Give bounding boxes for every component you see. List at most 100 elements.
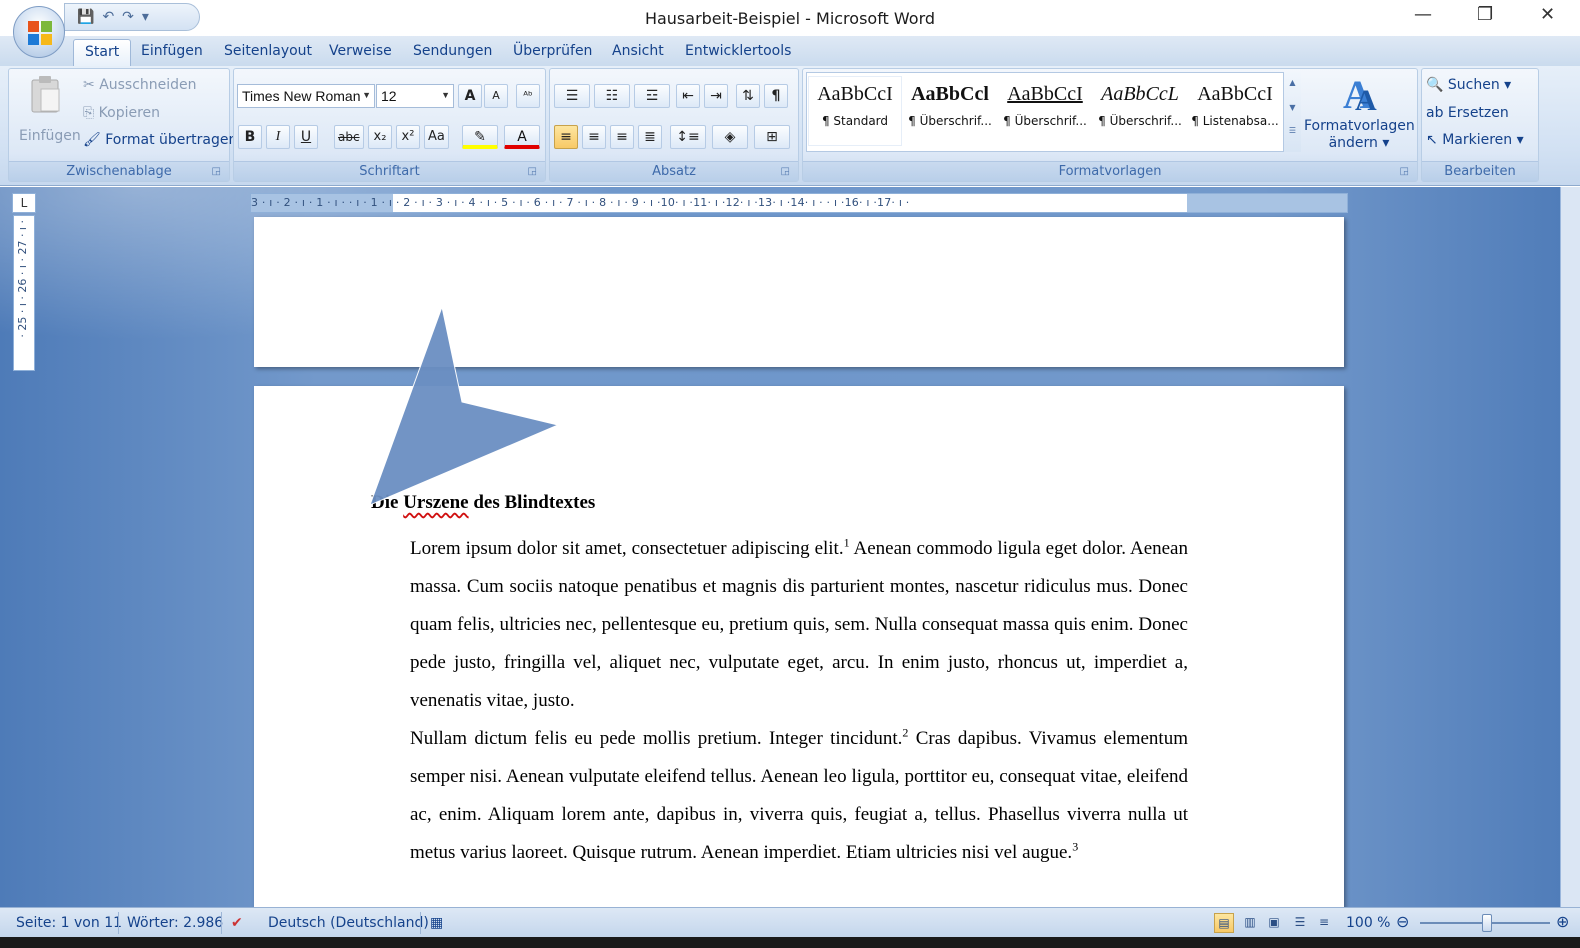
- zoom-slider-thumb[interactable]: [1482, 914, 1492, 932]
- zoom-in-icon[interactable]: ⊕: [1556, 912, 1569, 931]
- font-name-combo[interactable]: Times New Roman ▼: [237, 84, 375, 108]
- cut-button[interactable]: ✂ Ausschneiden: [83, 77, 197, 93]
- macro-record-icon[interactable]: ▦: [430, 915, 443, 931]
- replace-button[interactable]: ab Ersetzen: [1426, 105, 1509, 121]
- subscript-button[interactable]: x₂: [368, 125, 392, 149]
- cut-label: Ausschneiden: [99, 77, 197, 93]
- tab-sendungen[interactable]: Sendungen: [413, 43, 492, 59]
- select-label: Markieren: [1442, 132, 1513, 148]
- ribbon: Einfügen ✂ Ausschneiden ⎘ Kopieren 🖌 For…: [0, 66, 1580, 186]
- tab-einfuegen[interactable]: Einfügen: [141, 43, 203, 59]
- outdent-icon: ⇤: [682, 88, 694, 104]
- clipboard-launcher-icon[interactable]: ◲: [212, 166, 221, 177]
- line-spacing-button[interactable]: ↕≡: [670, 125, 706, 149]
- underline-button[interactable]: U: [294, 125, 318, 149]
- close-button[interactable]: ✕: [1540, 4, 1555, 25]
- web-layout-icon[interactable]: ▣: [1264, 913, 1284, 933]
- tab-selector[interactable]: L: [12, 193, 36, 213]
- bullet-list-icon: ☰: [565, 88, 579, 104]
- style-heading3[interactable]: AaBbCcL ¶ Überschrif...: [1094, 77, 1186, 145]
- style-preview: AaBbCcl: [911, 83, 989, 105]
- show-formatting-button[interactable]: ¶: [764, 84, 788, 108]
- tab-ansicht[interactable]: Ansicht: [612, 43, 664, 59]
- increase-indent-button[interactable]: ⇥: [704, 84, 728, 108]
- select-button[interactable]: ↖ Markieren ▾: [1426, 132, 1524, 148]
- body-text[interactable]: Lorem ipsum dolor sit amet, consectetuer…: [410, 530, 1188, 872]
- italic-button[interactable]: I: [266, 125, 290, 149]
- zoom-level[interactable]: 100 %: [1346, 915, 1390, 931]
- decrease-indent-button[interactable]: ⇤: [676, 84, 700, 108]
- borders-button[interactable]: ⊞: [754, 125, 790, 149]
- word-count[interactable]: Wörter: 2.986: [127, 915, 223, 931]
- full-screen-reading-icon[interactable]: ▥: [1240, 913, 1260, 933]
- tab-entwicklertools[interactable]: Entwicklertools: [685, 43, 791, 59]
- font-color-button[interactable]: A: [504, 125, 540, 149]
- zoom-out-icon[interactable]: ⊖: [1396, 912, 1409, 931]
- strikethrough-button[interactable]: abc: [334, 125, 364, 149]
- restore-button[interactable]: ❐: [1477, 4, 1493, 25]
- vertical-scrollbar[interactable]: [1560, 187, 1580, 907]
- clear-formatting-button[interactable]: ᴬᵇ: [516, 84, 540, 108]
- office-button[interactable]: [13, 6, 65, 58]
- style-name: ¶ Standard: [821, 114, 889, 128]
- style-list-paragraph[interactable]: AaBbCcI ¶ Listenabsa...: [1189, 77, 1281, 145]
- change-styles-label1: Formatvorlagen: [1304, 118, 1415, 134]
- format-painter-button[interactable]: 🖌 Format übertragen: [83, 132, 237, 148]
- highlight-button[interactable]: ✎: [462, 125, 498, 149]
- align-center-button[interactable]: ≡: [582, 125, 606, 149]
- styles-gallery-scroll[interactable]: ▲ ▼ ☰: [1283, 72, 1301, 152]
- paragraph-launcher-icon[interactable]: ◲: [781, 166, 790, 177]
- gallery-more-icon[interactable]: ☰: [1284, 126, 1301, 135]
- numbering-button[interactable]: ☷: [594, 84, 630, 108]
- font-group: Times New Roman ▼ 12 ▼ A A ᴬᵇ B I U abc x₂…: [233, 68, 546, 182]
- vertical-ruler[interactable]: · 25 · ı · 26 · ı · 27 · ı ·: [13, 215, 35, 371]
- find-button[interactable]: 🔍 Suchen ▾: [1426, 77, 1511, 93]
- find-label: Suchen: [1447, 77, 1500, 93]
- tab-seitenlayout[interactable]: Seitenlayout: [224, 43, 312, 59]
- bullets-button[interactable]: ☰: [554, 84, 590, 108]
- proofing-icon[interactable]: ✔: [231, 915, 243, 931]
- highlighter-icon: ✎: [474, 129, 486, 145]
- justify-button[interactable]: ≣: [638, 125, 662, 149]
- page-count[interactable]: Seite: 1 von 11: [16, 915, 122, 931]
- sort-button[interactable]: ⇅: [736, 84, 760, 108]
- scroll-down-icon[interactable]: ▼: [1284, 103, 1301, 112]
- minimize-button[interactable]: —: [1414, 4, 1432, 25]
- font-size-combo[interactable]: 12 ▼: [376, 84, 454, 108]
- footnote-ref[interactable]: 3: [1072, 840, 1078, 854]
- shrink-font-button[interactable]: A: [484, 84, 508, 108]
- star-shape[interactable]: [360, 307, 570, 517]
- print-layout-view-icon[interactable]: ▤: [1214, 913, 1234, 933]
- tab-verweise[interactable]: Verweise: [329, 43, 392, 59]
- align-right-button[interactable]: ≡: [610, 125, 634, 149]
- paragraph-2[interactable]: Nullam dictum felis eu pede mollis preti…: [410, 720, 1188, 872]
- language-indicator[interactable]: Deutsch (Deutschland): [268, 915, 429, 931]
- font-name-value: Times New Roman: [242, 88, 361, 104]
- tab-start[interactable]: Start: [73, 39, 132, 67]
- tab-ueberpruefen[interactable]: Überprüfen: [513, 43, 592, 59]
- superscript-button[interactable]: x²: [396, 125, 420, 149]
- horizontal-ruler[interactable]: 3 · ı · 2 · ı · 1 · ı · · ı · 1 · ı · 2 …: [250, 193, 1348, 213]
- scroll-up-icon[interactable]: ▲: [1284, 78, 1301, 87]
- divider: [221, 912, 222, 934]
- paragraph-1[interactable]: Lorem ipsum dolor sit amet, consectetuer…: [410, 530, 1188, 720]
- draft-view-icon[interactable]: ≡: [1314, 913, 1334, 933]
- paste-button[interactable]: Einfügen: [15, 73, 81, 159]
- style-heading2[interactable]: AaBbCcI ¶ Überschrif...: [999, 77, 1091, 145]
- style-name: ¶ Überschrif...: [908, 114, 992, 128]
- align-left-button[interactable]: ≡: [554, 125, 578, 149]
- change-styles-button[interactable]: A A Formatvorlagen ändern ▾: [1304, 72, 1415, 160]
- shading-button[interactable]: ◈: [712, 125, 748, 149]
- styles-launcher-icon[interactable]: ◲: [1400, 166, 1409, 177]
- multilevel-list-button[interactable]: ☲: [634, 84, 670, 108]
- outline-view-icon[interactable]: ☰: [1290, 913, 1310, 933]
- style-heading1[interactable]: AaBbCcl ¶ Überschrif...: [904, 77, 996, 145]
- copy-button[interactable]: ⎘ Kopieren: [83, 105, 160, 121]
- binoculars-icon: 🔍: [1426, 77, 1448, 93]
- grow-font-button[interactable]: A: [458, 84, 482, 108]
- font-launcher-icon[interactable]: ◲: [528, 166, 537, 177]
- font-color-icon: A: [517, 129, 527, 145]
- style-standard[interactable]: AaBbCcI ¶ Standard: [808, 76, 902, 146]
- bold-button[interactable]: B: [238, 125, 262, 149]
- change-case-button[interactable]: Aa: [424, 125, 449, 149]
